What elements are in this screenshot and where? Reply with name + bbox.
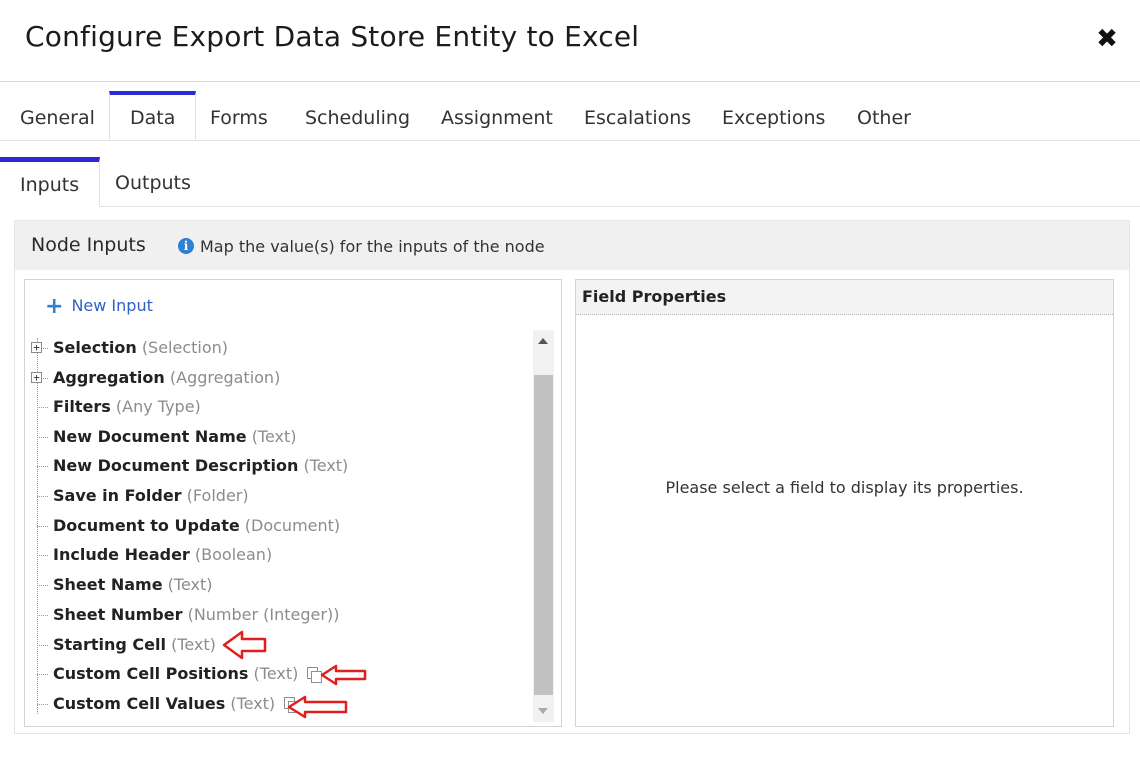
tree-item-type: (Folder) — [186, 486, 249, 505]
field-properties-placeholder: Please select a field to display its pro… — [665, 478, 1024, 497]
expand-icon[interactable]: + — [31, 372, 42, 383]
data-subtabs: Inputs Outputs — [0, 157, 1140, 207]
annotation-arrow-icon — [287, 695, 348, 719]
tab-other[interactable]: Other — [837, 92, 931, 140]
tree-item-type: (Text) — [251, 427, 297, 446]
field-properties-title: Field Properties — [582, 287, 727, 306]
inputs-tree-box: + New Input + Selection (Selection) + Agg… — [24, 279, 562, 727]
tab-exceptions[interactable]: Exceptions — [702, 92, 845, 140]
tree-item-name[interactable]: Include Header — [53, 545, 190, 564]
tree-item-type: (Boolean) — [194, 545, 273, 564]
close-icon[interactable]: ✖ — [1094, 22, 1120, 56]
tab-escalations[interactable]: Escalations — [564, 92, 711, 140]
field-properties-box: Field Properties Please select a field t… — [575, 279, 1114, 727]
dialog-header: Configure Export Data Store Entity to Ex… — [0, 0, 1140, 82]
tree-item-name[interactable]: Sheet Name — [53, 575, 163, 594]
tree-item-type: (Text) — [171, 635, 216, 654]
tab-forms[interactable]: Forms — [190, 92, 288, 140]
subtab-outputs[interactable]: Outputs — [95, 157, 211, 206]
expand-icon[interactable]: + — [31, 342, 42, 353]
tree-item-type: (Document) — [244, 516, 341, 535]
tree-item-name[interactable]: Filters — [53, 397, 111, 416]
plus-icon: + — [45, 294, 64, 319]
tree-item-type: (Aggregation) — [169, 368, 281, 387]
tree-scrollbar[interactable] — [533, 330, 554, 722]
tree-item-type: (Text) — [253, 664, 299, 683]
annotation-arrow-icon — [222, 630, 267, 660]
tab-general[interactable]: General — [0, 92, 115, 140]
tree-item-name[interactable]: Document to Update — [53, 516, 240, 535]
tree-item-type: (Selection) — [141, 338, 229, 357]
annotation-arrow-icon — [320, 664, 367, 686]
tree-item-name[interactable]: Custom Cell Positions — [53, 664, 248, 683]
tree-item-name[interactable]: Aggregation — [53, 368, 165, 387]
info-icon: i — [178, 238, 194, 254]
tab-data[interactable]: Data — [109, 91, 197, 140]
scrollbar-thumb[interactable] — [534, 375, 553, 695]
node-inputs-title: Node Inputs — [31, 234, 146, 256]
main-tabs: General Data Forms Scheduling Assignment… — [0, 91, 1140, 141]
tree-item-name[interactable]: New Document Description — [53, 456, 298, 475]
tree-item-type: (Text) — [230, 694, 276, 713]
tree-item-name[interactable]: Starting Cell — [53, 635, 166, 654]
new-input-button[interactable]: + New Input — [45, 294, 153, 319]
tab-scheduling[interactable]: Scheduling — [285, 92, 430, 140]
scroll-down-icon[interactable] — [533, 700, 554, 722]
scroll-up-icon[interactable] — [533, 330, 554, 352]
node-inputs-header: Node Inputs i Map the value(s) for the i… — [15, 221, 1129, 270]
new-input-label: New Input — [71, 296, 153, 315]
node-inputs-panel: Node Inputs i Map the value(s) for the i… — [14, 220, 1130, 734]
tree-item-type: (Text) — [167, 575, 213, 594]
tree-item-type: (Text) — [303, 456, 349, 475]
tree-item-type: (Number (Integer)) — [187, 605, 340, 624]
tree-item-name[interactable]: Save in Folder — [53, 486, 182, 505]
tree-item-name[interactable]: Custom Cell Values — [53, 694, 225, 713]
field-properties-header: Field Properties — [576, 280, 1113, 315]
tree-item-type: (Any Type) — [115, 397, 201, 416]
inputs-tree: + Selection (Selection) + Aggregation (A… — [25, 330, 533, 722]
tree-item-name[interactable]: New Document Name — [53, 427, 247, 446]
tree-item-name[interactable]: Selection — [53, 338, 137, 357]
node-inputs-info-text: Map the value(s) for the inputs of the n… — [200, 237, 545, 256]
tree-item-name[interactable]: Sheet Number — [53, 605, 182, 624]
subtab-inputs[interactable]: Inputs — [0, 157, 101, 207]
dialog-title: Configure Export Data Store Entity to Ex… — [25, 20, 640, 53]
tab-assignment[interactable]: Assignment — [421, 92, 573, 140]
